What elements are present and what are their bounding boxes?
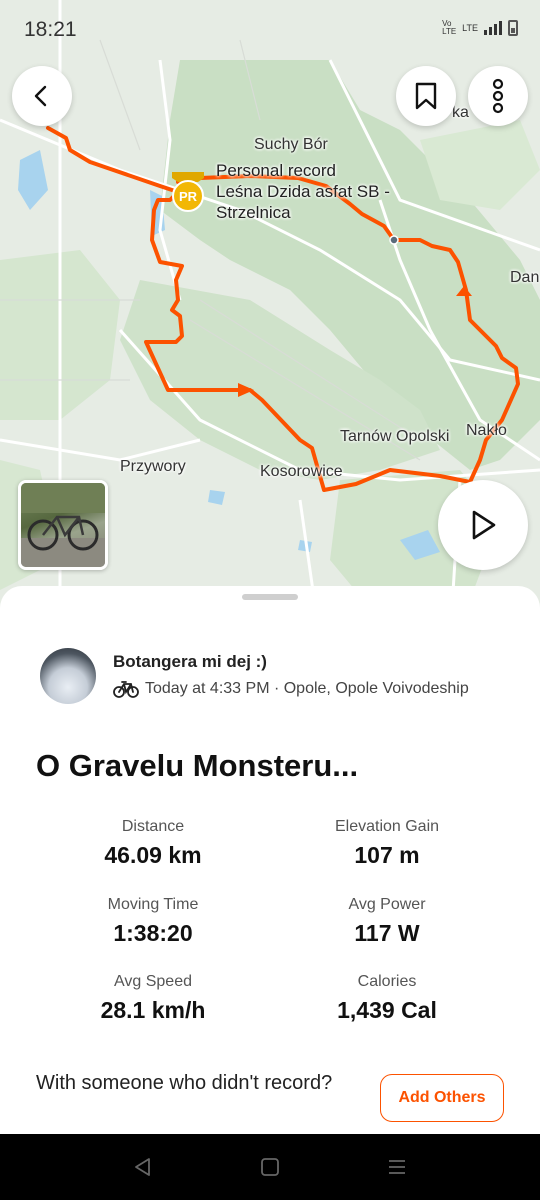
stat-value: 117 W	[354, 920, 420, 946]
stat-label: Avg Speed	[114, 973, 192, 990]
stat-elevation-gain: Elevation Gain 107 m	[267, 818, 507, 869]
activity-meta-text: Today at 4:33 PM · Opole, Opole Voivodes…	[145, 680, 469, 697]
bookmark-button[interactable]	[396, 66, 456, 126]
map-label-suchy-bor: Suchy Bór	[254, 136, 328, 153]
personal-record-badge[interactable]: PR	[168, 168, 208, 214]
athlete-name[interactable]: Botangera mi dej :)	[113, 652, 267, 672]
stat-value: 28.1 km/h	[100, 997, 206, 1023]
battery-icon	[508, 20, 518, 36]
status-bar: 18:21 Vo LTE LTE	[0, 0, 540, 60]
stat-distance: Distance 46.09 km	[33, 818, 273, 869]
stat-label: Elevation Gain	[334, 818, 440, 835]
stat-label: Avg Power	[348, 896, 426, 913]
back-button[interactable]	[12, 66, 72, 126]
pr-segment-line1: Leśna Dzida asfat SB -	[216, 182, 390, 201]
stat-avg-speed: Avg Speed 28.1 km/h	[33, 973, 273, 1024]
stat-label: Calories	[357, 973, 417, 990]
activity-title: O Gravelu Monsteru...	[36, 748, 359, 783]
map-label-kosorowice: Kosorowice	[260, 463, 343, 480]
map-label-naklo: Nakło	[466, 422, 507, 439]
status-icons: Vo LTE LTE	[442, 20, 518, 36]
sheet-drag-handle[interactable]	[242, 594, 298, 600]
stat-label: Distance	[121, 818, 185, 835]
pr-badge-text: PR	[179, 189, 198, 204]
pr-segment-line2: Strzelnica	[216, 203, 291, 222]
status-time: 18:21	[24, 18, 77, 41]
map-label-tarnow: Tarnów Opolski	[340, 428, 450, 445]
activity-sheet[interactable]: Botangera mi dej :) Today at 4:33 PM · O…	[0, 586, 540, 1134]
stat-value: 1,439 Cal	[337, 997, 437, 1023]
avatar[interactable]	[40, 648, 96, 704]
stat-value: 46.09 km	[104, 842, 202, 868]
volte-indicator: Vo LTE	[442, 19, 457, 36]
map-label-top-right: ka	[452, 104, 469, 121]
map-label-przywory: Przywory	[120, 458, 186, 475]
play-flyover-button[interactable]	[438, 480, 528, 570]
stat-moving-time: Moving Time 1:38:20	[33, 896, 273, 947]
nav-recents-button[interactable]	[386, 1156, 408, 1178]
record-question: With someone who didn't record?	[36, 1072, 333, 1094]
bike-icon	[113, 681, 139, 698]
personal-record-label[interactable]: Personal record Leśna Dzida asfat SB - S…	[216, 160, 390, 223]
activity-photo-thumbnail[interactable]	[18, 480, 108, 570]
stat-label: Moving Time	[107, 896, 199, 913]
system-navigation-bar	[0, 1134, 540, 1200]
map-label-dan: Dan	[510, 269, 540, 286]
add-others-button[interactable]: Add Others	[380, 1074, 504, 1122]
bike-photo	[21, 483, 105, 567]
chevron-left-icon	[34, 85, 47, 107]
nav-back-button[interactable]	[132, 1156, 154, 1178]
play-icon	[472, 510, 496, 540]
lte-indicator: LTE	[462, 23, 478, 33]
bookmark-icon	[415, 82, 437, 110]
back-triangle-icon	[135, 1158, 151, 1176]
more-options-button[interactable]	[468, 66, 528, 126]
stat-avg-power: Avg Power 117 W	[267, 896, 507, 947]
menu-lines-icon	[388, 1160, 405, 1174]
pr-title: Personal record	[216, 161, 337, 180]
home-square-icon	[261, 1158, 279, 1176]
nav-home-button[interactable]	[259, 1156, 281, 1178]
signal-icon	[484, 21, 502, 35]
stat-calories: Calories 1,439 Cal	[267, 973, 507, 1024]
more-vertical-icon	[492, 78, 504, 114]
stat-value: 107 m	[354, 842, 420, 868]
stat-value: 1:38:20	[113, 920, 193, 946]
activity-meta: Today at 4:33 PM · Opole, Opole Voivodes…	[113, 680, 469, 698]
